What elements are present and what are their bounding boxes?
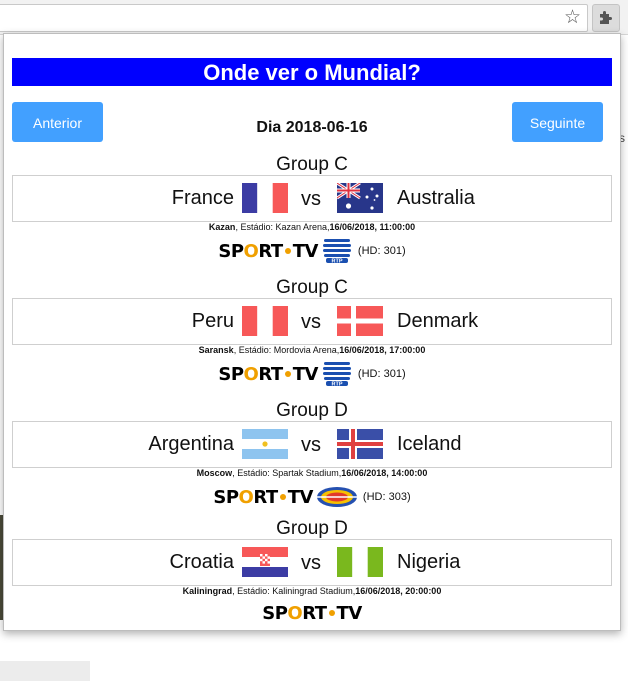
rtp-logo: RTP (322, 362, 351, 388)
next-day-button[interactable]: Seguinte (512, 102, 603, 142)
sic-logo (316, 487, 357, 507)
venue-city: Saransk (198, 345, 234, 355)
match-datetime: 16/06/2018, 14:00:00 (341, 468, 428, 478)
argentina-flag-icon (242, 429, 288, 459)
previous-day-button[interactable]: Anterior (12, 102, 103, 142)
home-team-name: Argentina (148, 433, 234, 455)
extension-popup: Onde ver o Mundial? Anterior Dia 2018-06… (3, 33, 621, 631)
home-team-name: Peru (191, 310, 234, 332)
match-datetime: 16/06/2018, 17:00:00 (339, 345, 426, 355)
match-venue: Moscow, Estádio: Spartak Stadium,16/06/2… (4, 467, 620, 479)
venue-city: Kazan (208, 222, 236, 232)
match-row: Argentina vs Iceland (12, 421, 612, 468)
match-venue: Kazan, Estádio: Kazan Arena,16/06/2018, … (4, 221, 620, 233)
away-team-name: Denmark (397, 310, 479, 332)
iceland-flag-icon (337, 429, 383, 459)
away-team-name: Australia (397, 187, 475, 209)
venue-stadium: , Estádio: Mordovia Arena, (233, 345, 340, 355)
home-team-name: Croatia (169, 551, 234, 573)
browser-toolbar: ☆ (0, 0, 628, 35)
match-row: France vs Australia (12, 175, 612, 222)
australia-flag-icon (337, 183, 383, 213)
nigeria-flag-icon (337, 547, 383, 577)
versus-label: vs (301, 552, 321, 574)
sport-tv-logo: SP O RT TV (218, 240, 318, 262)
home-team-name: France (171, 187, 234, 209)
tv-channels: SP O RT TV RTP (HD: 301) (4, 236, 620, 266)
match-venue: Saransk, Estádio: Mordovia Arena,16/06/2… (4, 344, 620, 356)
group-label: Group C (276, 277, 348, 298)
away-team-name: Iceland (397, 433, 462, 455)
versus-label: vs (301, 311, 321, 333)
group-label: Group D (276, 518, 348, 539)
venue-stadium: , Estádio: Kazan Arena, (235, 222, 330, 232)
denmark-flag-icon (337, 306, 383, 336)
sport-tv-logo: SP O RT TV (213, 486, 313, 508)
venue-city: Kaliningrad (182, 586, 233, 596)
venue-stadium: , Estádio: Spartak Stadium, (232, 468, 342, 478)
tv-channels: SP O RT TV (HD: 303) (4, 482, 620, 512)
venue-stadium: , Estádio: Kaliningrad Stadium, (232, 586, 356, 596)
rtp-logo: RTP (322, 239, 351, 265)
away-team-name: Nigeria (397, 551, 461, 573)
background-footer (0, 661, 90, 681)
day-heading: Dia 2018-06-16 (256, 119, 368, 136)
peru-flag-icon (242, 306, 288, 336)
svg-text:RTP: RTP (331, 382, 342, 388)
versus-label: vs (301, 188, 321, 210)
address-bar[interactable]: ☆ (0, 4, 588, 32)
match-venue: Kaliningrad, Estádio: Kaliningrad Stadiu… (4, 585, 620, 597)
tv-channels: SP O RT TV RTP (HD: 301) (4, 359, 620, 389)
svg-text:RTP: RTP (331, 259, 342, 265)
sport-tv-logo: SP O RT TV (262, 602, 362, 624)
venue-city: Moscow (196, 468, 233, 478)
match-datetime: 16/06/2018, 20:00:00 (355, 586, 442, 596)
group-label: Group C (276, 154, 348, 175)
sport-tv-logo: SP O RT TV (218, 363, 318, 385)
hd-channel-label: (HD: 301) (357, 245, 406, 257)
match-row: Croatia vs Nigeria (12, 539, 612, 586)
versus-label: vs (301, 434, 321, 456)
group-label: Group D (276, 400, 348, 421)
croatia-flag-icon (242, 547, 288, 577)
hd-channel-label: (HD: 303) (362, 491, 411, 503)
puzzle-icon (600, 11, 612, 24)
extension-button[interactable] (592, 4, 620, 32)
match-row: Peru vs Denmark (12, 298, 612, 345)
france-flag-icon (242, 183, 288, 213)
popup-title: Onde ver o Mundial? (12, 58, 612, 86)
match-datetime: 16/06/2018, 11:00:00 (329, 222, 416, 232)
tv-channels: SP O RT TV (4, 598, 620, 628)
hd-channel-label: (HD: 301) (357, 368, 406, 380)
star-icon[interactable]: ☆ (564, 7, 581, 29)
